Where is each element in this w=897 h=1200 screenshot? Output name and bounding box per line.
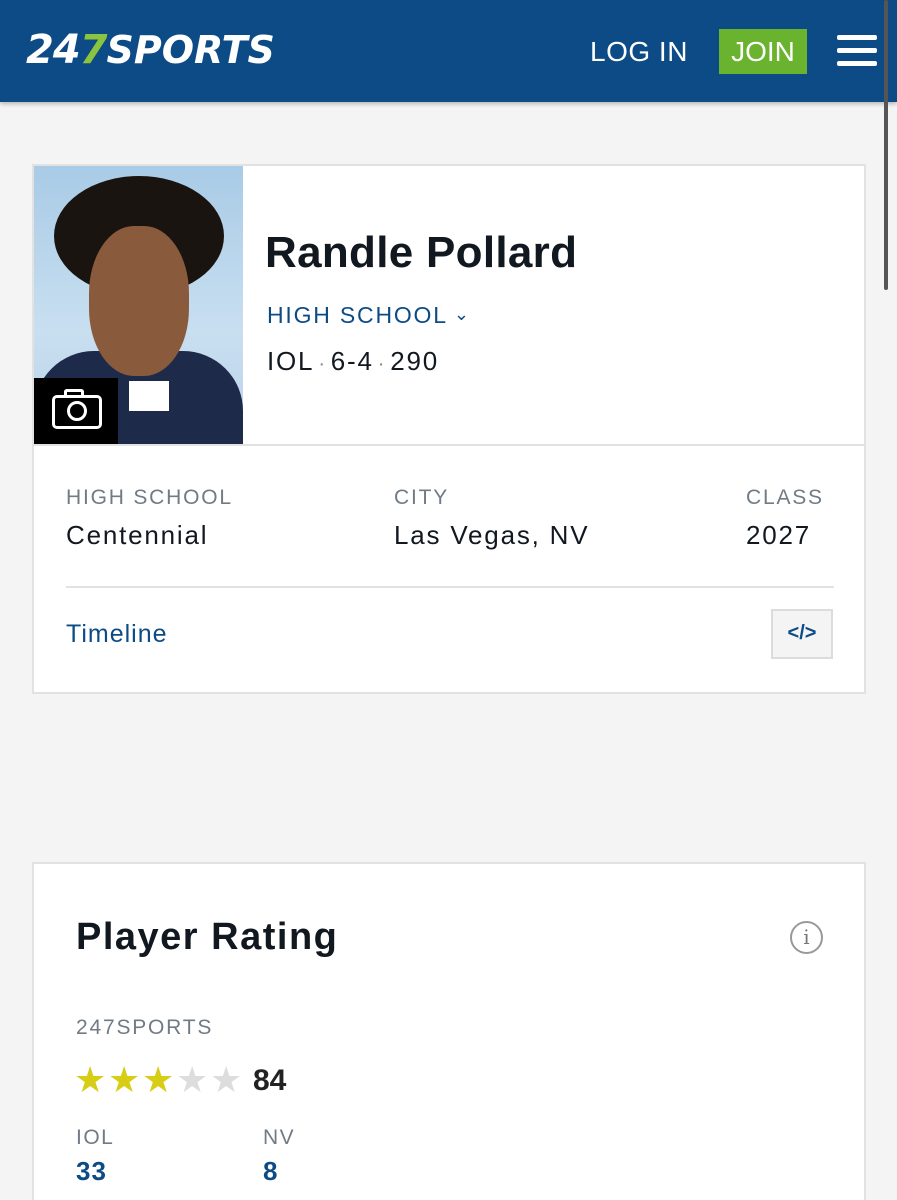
player-rating-title: Player Rating — [76, 916, 339, 958]
class-value: 2027 — [746, 520, 812, 550]
city-label: CITY — [394, 486, 450, 509]
info-icon[interactable]: i — [790, 921, 823, 954]
level-dropdown-label: HIGH SCHOOL — [267, 302, 448, 328]
hamburger-menu-icon[interactable] — [837, 35, 877, 67]
class-label: CLASS — [746, 486, 824, 509]
player-measurables: IOL · 6-4 · 290 — [267, 346, 439, 377]
level-dropdown[interactable]: HIGH SCHOOL ⌄ — [267, 302, 471, 329]
star-filled-icon: ★ — [108, 1059, 141, 1100]
logo-word: SPORTS — [106, 28, 275, 72]
chevron-down-icon: ⌄ — [453, 304, 471, 324]
high-school-value: Centennial — [66, 520, 209, 550]
high-school-label: HIGH SCHOOL — [66, 486, 233, 509]
state-rank-label: NV — [263, 1126, 296, 1149]
join-button[interactable]: JOIN — [719, 29, 807, 74]
player-photo[interactable] — [34, 166, 243, 444]
star-filled-icon: ★ — [142, 1059, 175, 1100]
position-rank-label: IOL — [76, 1126, 115, 1149]
embed-code-button[interactable]: </> — [771, 609, 833, 659]
logo-seven: 7 — [79, 27, 108, 73]
star-empty-icon: ★ — [176, 1059, 209, 1100]
scrollbar[interactable] — [883, 0, 889, 290]
separator-dot: · — [318, 353, 327, 375]
city-value: Las Vegas, NV — [394, 520, 590, 550]
login-link[interactable]: LOG IN — [590, 34, 688, 70]
rating-score: 84 — [253, 1064, 287, 1097]
top-navigation-bar: 247SPORTS LOG IN JOIN — [0, 0, 897, 102]
star-filled-icon: ★ — [74, 1059, 107, 1100]
player-name: Randle Pollard — [265, 228, 578, 277]
star-empty-icon: ★ — [210, 1059, 243, 1100]
player-rating-card: Player Rating i 247SPORTS ★ ★ ★ ★ ★ 84 IOL 3… — [32, 862, 866, 1200]
divider — [66, 586, 834, 588]
player-weight: 290 — [390, 346, 440, 376]
scrollbar-thumb[interactable] — [884, 0, 888, 290]
247sports-logo[interactable]: 247SPORTS — [26, 26, 275, 74]
player-position: IOL — [267, 346, 315, 376]
rating-source-label: 247SPORTS — [76, 1016, 214, 1039]
timeline-link[interactable]: Timeline — [66, 620, 168, 649]
divider — [34, 444, 864, 446]
state-rank-value[interactable]: 8 — [263, 1156, 278, 1187]
player-height: 6-4 — [330, 346, 374, 376]
camera-icon[interactable] — [34, 378, 118, 444]
position-rank-value[interactable]: 33 — [76, 1156, 107, 1187]
logo-number: 24 — [26, 27, 81, 73]
separator-dot: · — [377, 353, 387, 375]
player-profile-card: Randle Pollard HIGH SCHOOL ⌄ IOL · 6-4 · 290 … — [32, 164, 866, 694]
